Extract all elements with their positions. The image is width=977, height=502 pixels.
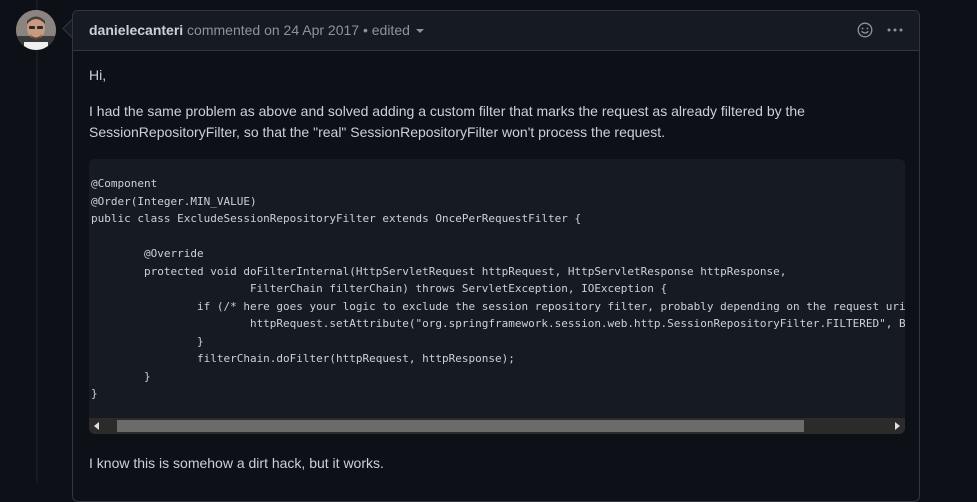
scrollbar-thumb[interactable] <box>117 420 804 432</box>
code-block[interactable]: @Component @Order(Integer.MIN_VALUE)publi… <box>89 159 905 434</box>
comment-header-text: danielecanteri commented on 24 Apr 2017 … <box>89 22 424 38</box>
meta-separator: • <box>362 22 368 38</box>
kebab-horizontal-icon <box>887 28 903 32</box>
edited-dropdown[interactable]: edited <box>372 22 424 38</box>
code-line: @Component <box>91 177 158 190</box>
code-line: } <box>91 369 151 383</box>
code-line: @Order(Integer.MIN_VALUE) <box>91 194 257 208</box>
comment-paragraph: I had the same problem as above and solv… <box>89 103 805 140</box>
header-actions <box>855 20 905 40</box>
code-line: } <box>91 387 98 400</box>
edited-label: edited <box>371 22 410 38</box>
comment-header: danielecanteri commented on 24 Apr 2017 … <box>73 11 919 51</box>
scroll-right-arrow-icon[interactable] <box>895 422 900 430</box>
comment-footer-paragraph: I know this is somehow a dirt hack, but … <box>89 455 384 471</box>
triangle-down-icon <box>415 29 424 34</box>
code-line: FilterChain filterChain) throws ServletE… <box>91 282 668 295</box>
code-line: } <box>91 334 204 348</box>
avatar[interactable] <box>16 10 56 50</box>
horizontal-scrollbar[interactable] <box>89 418 905 434</box>
comment-greeting: Hi, <box>89 67 107 83</box>
code-line: httpRequest.setAttribute("org.springfram… <box>91 317 905 330</box>
code-line: protected void doFilterInternal(HttpServ… <box>91 264 787 278</box>
code-line: public class ExcludeSessionRepositoryFil… <box>91 212 582 225</box>
timeline-line <box>36 0 38 483</box>
code-line: if (/* here goes your logic to exclude t… <box>91 299 905 313</box>
author-link[interactable]: danielecanteri <box>89 22 183 38</box>
scroll-left-arrow-icon[interactable] <box>94 422 99 430</box>
user-avatar-image <box>16 10 56 50</box>
smiley-icon <box>857 22 873 38</box>
code-content: @Component @Order(Integer.MIN_VALUE)publi… <box>91 175 905 403</box>
code-line: filterChain.doFilter(httpRequest, httpRe… <box>91 352 515 365</box>
add-reaction-button[interactable] <box>855 20 875 40</box>
code-line: @Override <box>91 247 204 260</box>
comment-box: danielecanteri commented on 24 Apr 2017 … <box>72 10 920 502</box>
more-options-button[interactable] <box>885 20 905 40</box>
comment-meta[interactable]: commented on 24 Apr 2017 <box>187 22 359 38</box>
